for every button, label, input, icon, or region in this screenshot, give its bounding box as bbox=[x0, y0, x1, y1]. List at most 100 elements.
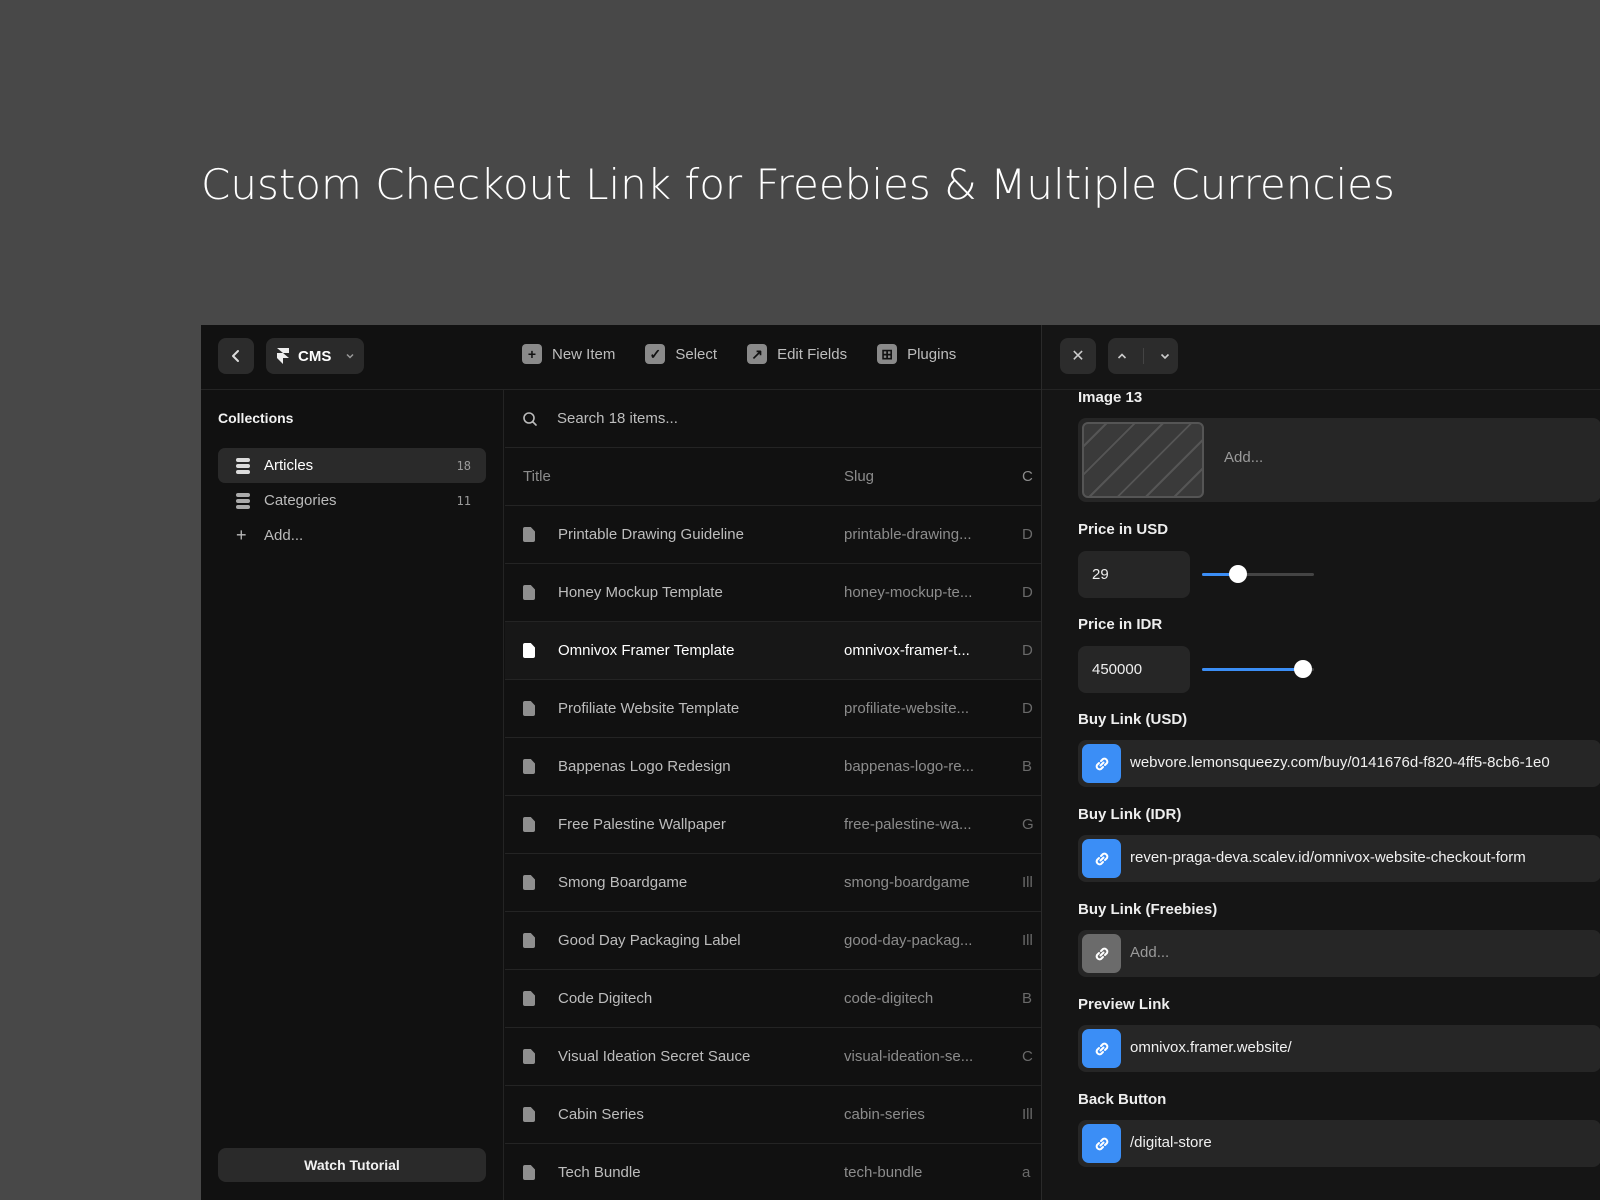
watch-tutorial-button[interactable]: Watch Tutorial bbox=[218, 1148, 486, 1182]
row-title: Code Digitech bbox=[558, 990, 653, 1007]
row-title: Good Day Packaging Label bbox=[558, 932, 741, 949]
slider-knob[interactable] bbox=[1293, 660, 1312, 678]
back-button-label: Back Button bbox=[1078, 1091, 1167, 1108]
table-row[interactable]: Honey Mockup Template honey-mockup-te... D bbox=[505, 564, 1041, 622]
row-slug: honey-mockup-te... bbox=[844, 584, 973, 601]
row-title: Smong Boardgame bbox=[558, 874, 688, 891]
table-row[interactable]: Free Palestine Wallpaper free-palestine-w… bbox=[505, 796, 1041, 854]
close-icon: ✕ bbox=[1071, 348, 1085, 365]
item-editor-panel: ✕ Image 13 Add... Price in USD 29 Price … bbox=[1041, 325, 1600, 1200]
row-category: D bbox=[1022, 584, 1033, 601]
buy-usd-field[interactable]: webvore.lemonsqueezy.com/buy/0141676d-f8… bbox=[1078, 740, 1600, 787]
document-icon bbox=[523, 933, 535, 948]
table-row[interactable]: Visual Ideation Secret Sauce visual-ideat… bbox=[505, 1028, 1041, 1086]
price-usd-input[interactable]: 29 bbox=[1078, 551, 1190, 598]
arrow-up-right-icon: ↗ bbox=[747, 344, 768, 364]
back-button[interactable] bbox=[218, 338, 254, 374]
table-row[interactable]: Omnivox Framer Template omnivox-framer-t.… bbox=[505, 622, 1041, 680]
price-idr-label: Price in IDR bbox=[1078, 616, 1163, 633]
collections-title: Collections bbox=[218, 410, 294, 426]
row-slug: tech-bundle bbox=[844, 1164, 923, 1181]
document-icon bbox=[523, 875, 535, 890]
edit-fields-label: Edit Fields bbox=[777, 345, 848, 363]
document-icon bbox=[523, 1107, 535, 1122]
plus-icon: + bbox=[236, 525, 247, 545]
table-row[interactable]: Smong Boardgame smong-boardgame Ill bbox=[505, 854, 1041, 912]
document-icon bbox=[523, 1165, 535, 1180]
row-title: Free Palestine Wallpaper bbox=[558, 816, 726, 833]
table-row[interactable]: Profiliate Website Template profiliate-we… bbox=[505, 680, 1041, 738]
back-button-value: /digital-store bbox=[1130, 1134, 1212, 1151]
document-icon bbox=[523, 527, 535, 542]
row-slug: bappenas-logo-re... bbox=[844, 758, 975, 775]
price-idr-slider[interactable] bbox=[1202, 660, 1314, 678]
cms-window: CMS + New Item ✓ Select ↗ Edit Fields ⊞ … bbox=[201, 325, 1600, 1200]
cms-dropdown[interactable]: CMS bbox=[266, 338, 364, 374]
table-row[interactable]: Tech Bundle tech-bundle a bbox=[505, 1144, 1041, 1200]
chevron-down-icon bbox=[346, 353, 354, 359]
price-usd-label: Price in USD bbox=[1078, 521, 1169, 538]
toolbar-actions: + New Item ✓ Select ↗ Edit Fields ⊞ Plug… bbox=[522, 344, 956, 364]
item-count: 18 bbox=[456, 458, 471, 473]
table-row[interactable]: Printable Drawing Guideline printable-dra… bbox=[505, 506, 1041, 564]
document-icon bbox=[523, 701, 535, 716]
row-slug: free-palestine-wa... bbox=[844, 816, 972, 833]
column-title[interactable]: Title bbox=[523, 468, 551, 485]
chevron-left-icon bbox=[232, 350, 239, 362]
row-category: G bbox=[1022, 816, 1034, 833]
edit-fields-button[interactable]: ↗ Edit Fields bbox=[747, 344, 847, 364]
table-row[interactable]: Code Digitech code-digitech B bbox=[505, 970, 1041, 1028]
row-title: Cabin Series bbox=[558, 1106, 644, 1123]
document-icon bbox=[523, 1049, 535, 1064]
row-category: a bbox=[1022, 1164, 1031, 1181]
add-collection-button[interactable]: + Add... bbox=[218, 518, 486, 553]
table-row[interactable]: Good Day Packaging Label good-day-packag.… bbox=[505, 912, 1041, 970]
row-slug: smong-boardgame bbox=[844, 874, 970, 891]
chevron-down-icon[interactable] bbox=[1159, 350, 1171, 362]
row-category: B bbox=[1022, 990, 1033, 1007]
preview-link-field[interactable]: omnivox.framer.website/ bbox=[1078, 1025, 1600, 1072]
sidebar-item-categories[interactable]: Categories 11 bbox=[218, 483, 486, 518]
row-title: Bappenas Logo Redesign bbox=[558, 758, 731, 775]
chevron-up-icon[interactable] bbox=[1116, 350, 1128, 362]
image-field[interactable]: Add... bbox=[1078, 418, 1600, 502]
back-button-field[interactable]: /digital-store bbox=[1078, 1120, 1600, 1167]
select-button[interactable]: ✓ Select bbox=[645, 344, 717, 364]
row-title: Omnivox Framer Template bbox=[558, 642, 735, 659]
close-button[interactable]: ✕ bbox=[1060, 338, 1096, 374]
link-icon bbox=[1082, 839, 1121, 878]
row-slug: profiliate-website... bbox=[844, 700, 970, 717]
price-idr-input[interactable]: 450000 bbox=[1078, 646, 1190, 693]
table-header: Title Slug C bbox=[505, 448, 1041, 506]
database-icon bbox=[236, 457, 250, 474]
row-slug: omnivox-framer-t... bbox=[844, 642, 970, 659]
items-list: Search 18 items... Title Slug C Printabl… bbox=[505, 390, 1041, 1200]
price-usd-slider[interactable] bbox=[1202, 565, 1314, 583]
row-category: D bbox=[1022, 526, 1033, 543]
row-slug: good-day-packag... bbox=[844, 932, 973, 949]
table-row[interactable]: Bappenas Logo Redesign bappenas-logo-re..… bbox=[505, 738, 1041, 796]
column-category[interactable]: C bbox=[1022, 468, 1033, 485]
item-count: 11 bbox=[456, 493, 471, 508]
buy-idr-value: reven-praga-deva.scalev.id/omnivox-websi… bbox=[1130, 849, 1526, 866]
search-input[interactable]: Search 18 items... bbox=[557, 410, 678, 427]
row-title: Printable Drawing Guideline bbox=[558, 526, 744, 543]
buy-freebies-field[interactable]: Add... bbox=[1078, 930, 1600, 977]
search-bar[interactable]: Search 18 items... bbox=[505, 390, 1041, 448]
framer-logo-icon bbox=[277, 348, 289, 364]
plugins-button[interactable]: ⊞ Plugins bbox=[877, 344, 956, 364]
sidebar-item-articles[interactable]: Articles 18 bbox=[218, 448, 486, 483]
slider-knob[interactable] bbox=[1228, 565, 1247, 583]
buy-idr-label: Buy Link (IDR) bbox=[1078, 806, 1182, 823]
buy-idr-field[interactable]: reven-praga-deva.scalev.id/omnivox-websi… bbox=[1078, 835, 1600, 882]
row-slug: code-digitech bbox=[844, 990, 934, 1007]
new-item-button[interactable]: + New Item bbox=[522, 344, 615, 364]
link-icon bbox=[1082, 1124, 1121, 1163]
row-title: Visual Ideation Secret Sauce bbox=[558, 1048, 751, 1065]
search-icon bbox=[523, 411, 537, 426]
new-item-label: New Item bbox=[552, 345, 616, 363]
row-category: Ill bbox=[1022, 1106, 1033, 1123]
column-slug[interactable]: Slug bbox=[844, 468, 874, 485]
document-icon bbox=[523, 643, 535, 658]
table-row[interactable]: Cabin Series cabin-series Ill bbox=[505, 1086, 1041, 1144]
